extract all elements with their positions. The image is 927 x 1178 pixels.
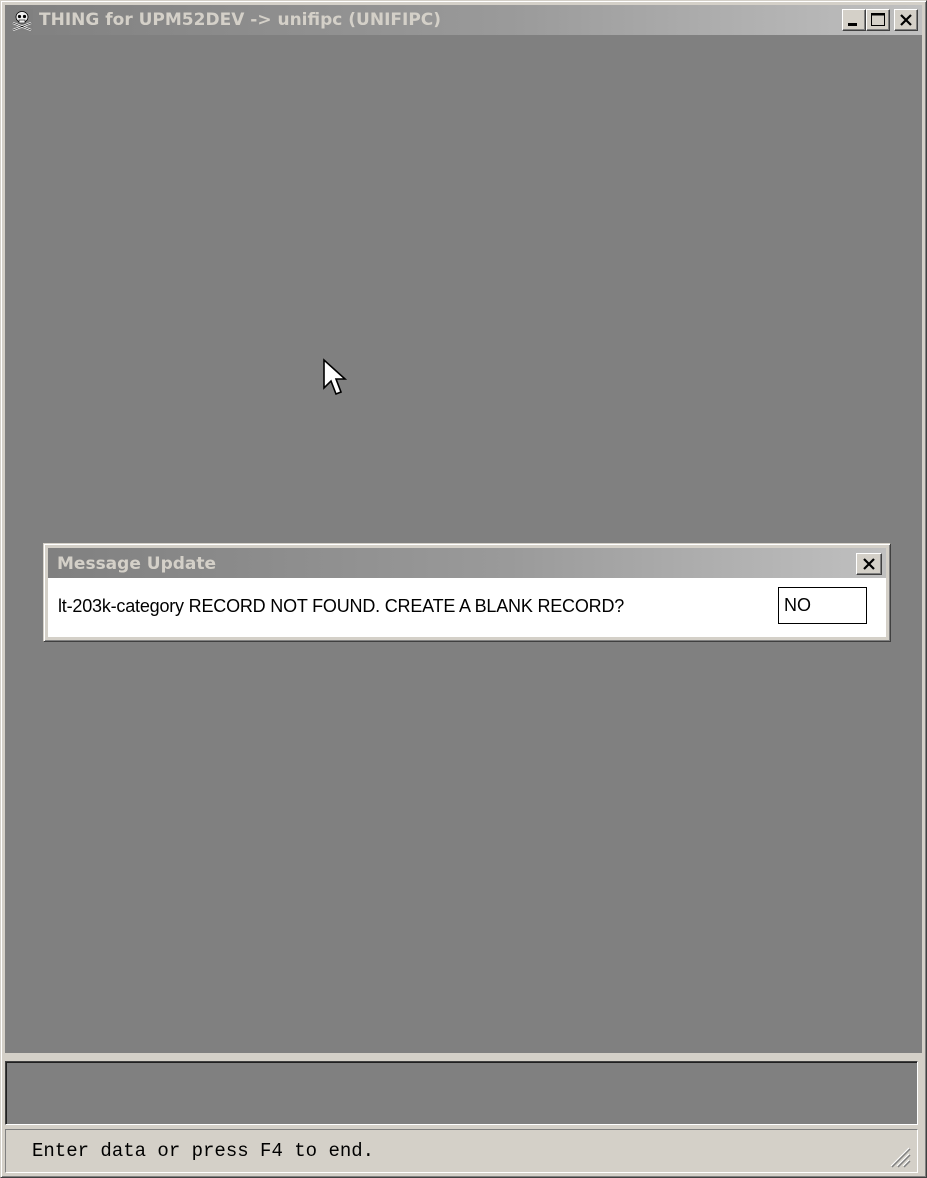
dialog-close-button[interactable]	[856, 553, 882, 575]
window-title: THING for UPM52DEV -> unifipc (UNIFIPC)	[39, 10, 442, 30]
status-text: Enter data or press F4 to end.	[32, 1140, 375, 1162]
dialog-titlebar[interactable]: Message Update	[48, 548, 886, 578]
maximize-icon	[871, 13, 885, 26]
minimize-button[interactable]	[842, 9, 866, 31]
status-bar: Enter data or press F4 to end.	[5, 1129, 918, 1173]
message-update-dialog: Message Update lt-203k-category RECORD N…	[43, 543, 891, 642]
close-icon	[900, 14, 912, 26]
resize-grip-icon[interactable]	[887, 1144, 911, 1168]
confirm-input[interactable]	[778, 587, 867, 624]
close-icon	[863, 558, 875, 570]
dialog-title: Message Update	[57, 554, 217, 574]
window-titlebar[interactable]: THING for UPM52DEV -> unifipc (UNIFIPC)	[5, 5, 922, 35]
close-button[interactable]	[894, 9, 918, 31]
mouse-pointer-icon	[323, 358, 348, 396]
app-window: THING for UPM52DEV -> unifipc (UNIFIPC)	[0, 0, 927, 1178]
minimize-icon	[848, 23, 857, 26]
skull-crossbones-icon[interactable]	[11, 9, 33, 32]
maximize-button[interactable]	[866, 9, 890, 31]
dialog-body: lt-203k-category RECORD NOT FOUND. CREAT…	[48, 578, 886, 637]
data-entry-area[interactable]	[5, 1061, 918, 1125]
dialog-message: lt-203k-category RECORD NOT FOUND. CREAT…	[58, 596, 625, 616]
